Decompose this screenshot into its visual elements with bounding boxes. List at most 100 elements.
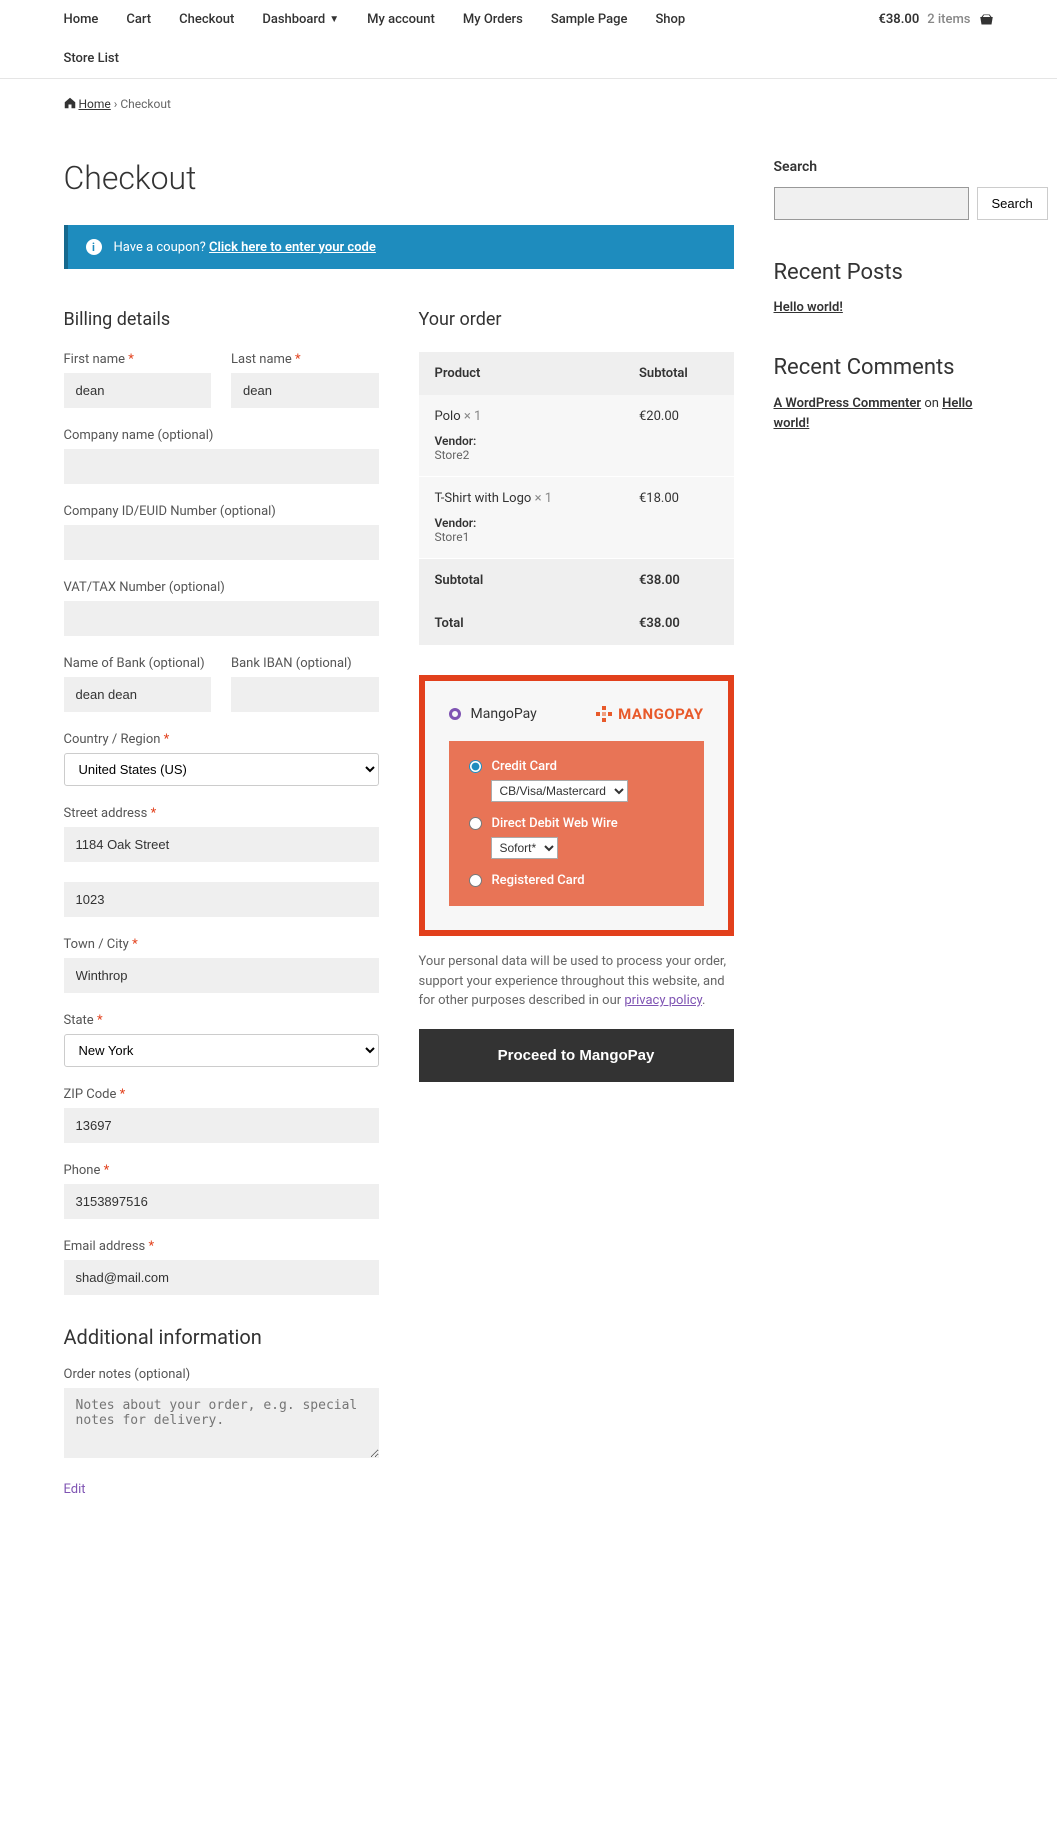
vendor-name: Store2 <box>435 448 608 462</box>
product-price: €18.00 <box>623 477 734 559</box>
search-button[interactable]: Search <box>977 187 1048 220</box>
country-label: Country / Region * <box>64 732 379 747</box>
edit-link[interactable]: Edit <box>64 1482 86 1497</box>
nav-my-account[interactable]: My account <box>367 12 435 27</box>
zip-input[interactable] <box>64 1108 379 1143</box>
home-icon <box>64 97 76 109</box>
breadcrumb: Home › Checkout <box>64 79 994 129</box>
pay-registered-card[interactable]: Registered Card <box>469 873 684 888</box>
subtotal-label: Subtotal <box>419 559 624 603</box>
pay-credit-card[interactable]: Credit Card <box>469 759 684 774</box>
privacy-text: Your personal data will be used to proce… <box>419 936 734 1029</box>
company-input[interactable] <box>64 449 379 484</box>
additional-heading: Additional information <box>64 1325 379 1349</box>
breadcrumb-sep: › <box>114 97 118 111</box>
billing-column: Billing details First name * Last name *… <box>64 309 379 1497</box>
order-heading: Your order <box>419 309 734 330</box>
product-name: Polo <box>435 409 461 424</box>
nav-cart[interactable]: Cart <box>126 12 151 27</box>
product-price: €20.00 <box>623 395 734 477</box>
order-col-product: Product <box>419 352 624 395</box>
billing-heading: Billing details <box>64 309 379 330</box>
total-value: €38.00 <box>623 602 734 645</box>
primary-nav: Home Cart Checkout Dashboard ▼ My accoun… <box>64 0 994 39</box>
pay-direct-debit[interactable]: Direct Debit Web Wire <box>469 816 684 831</box>
vat-input[interactable] <box>64 601 379 636</box>
page-title: Checkout <box>64 159 734 197</box>
direct-debit-select[interactable]: Sofort* <box>491 837 558 859</box>
country-select[interactable]: United States (US) <box>64 753 379 786</box>
last-name-input[interactable] <box>231 373 379 408</box>
zip-label: ZIP Code * <box>64 1087 379 1102</box>
sidebar: Search Search Recent Posts Hello world! … <box>774 159 994 1497</box>
comment-author-link[interactable]: A WordPress Commenter <box>774 396 922 411</box>
recent-posts-heading: Recent Posts <box>774 260 994 285</box>
recent-comments-heading: Recent Comments <box>774 355 994 380</box>
street-label: Street address * <box>64 806 379 821</box>
bank-name-input[interactable] <box>64 677 212 712</box>
coupon-notice: i Have a coupon? Click here to enter you… <box>64 225 734 269</box>
mangopay-icon <box>596 706 612 722</box>
nav-shop[interactable]: Shop <box>655 12 685 27</box>
product-qty: × 1 <box>535 491 552 506</box>
breadcrumb-current: Checkout <box>120 97 171 111</box>
nav-sample-page[interactable]: Sample Page <box>551 12 628 27</box>
bank-iban-input[interactable] <box>231 677 379 712</box>
info-icon: i <box>86 239 102 255</box>
gateway-mangopay[interactable]: MangoPay <box>449 706 537 722</box>
recent-comment: A WordPress Commenter on Hello world! <box>774 394 994 433</box>
street-input[interactable] <box>64 827 379 862</box>
cart-summary[interactable]: €38.00 2 items <box>878 12 993 27</box>
street2-input[interactable] <box>64 882 379 917</box>
vendor-name: Store1 <box>435 530 608 544</box>
company-label: Company name (optional) <box>64 428 379 443</box>
company-id-label: Company ID/EUID Number (optional) <box>64 504 379 519</box>
last-name-label: Last name * <box>231 352 379 367</box>
cart-items-count: 2 items <box>927 12 970 27</box>
nav-my-orders[interactable]: My Orders <box>463 12 523 27</box>
order-notes-label: Order notes (optional) <box>64 1367 379 1382</box>
order-table: Product Subtotal Polo × 1 Vendor: Store2 <box>419 352 734 645</box>
nav-checkout[interactable]: Checkout <box>179 12 234 27</box>
company-id-input[interactable] <box>64 525 379 560</box>
phone-label: Phone * <box>64 1163 379 1178</box>
coupon-link[interactable]: Click here to enter your code <box>209 240 376 255</box>
email-input[interactable] <box>64 1260 379 1295</box>
proceed-button[interactable]: Proceed to MangoPay <box>419 1029 734 1082</box>
vendor-label: Vendor: <box>435 434 608 448</box>
radio-direct-debit[interactable] <box>469 817 482 830</box>
radio-credit-card[interactable] <box>469 760 482 773</box>
total-label: Total <box>419 602 624 645</box>
radio-registered-card[interactable] <box>469 874 482 887</box>
credit-card-type-select[interactable]: CB/Visa/Mastercard <box>491 780 628 802</box>
chevron-down-icon: ▼ <box>329 14 339 25</box>
order-row: Polo × 1 Vendor: Store2 €20.00 <box>419 395 734 477</box>
gateway-label: MangoPay <box>471 706 537 722</box>
nav-dashboard[interactable]: Dashboard ▼ <box>262 12 339 27</box>
subtotal-value: €38.00 <box>623 559 734 603</box>
city-input[interactable] <box>64 958 379 993</box>
privacy-policy-link[interactable]: privacy policy <box>624 993 702 1008</box>
product-qty: × 1 <box>464 409 481 424</box>
order-notes-input[interactable] <box>64 1388 379 1458</box>
nav-store-list[interactable]: Store List <box>64 51 994 66</box>
first-name-input[interactable] <box>64 373 212 408</box>
city-label: Town / City * <box>64 937 379 952</box>
breadcrumb-home[interactable]: Home <box>78 97 110 111</box>
state-label: State * <box>64 1013 379 1028</box>
search-input[interactable] <box>774 187 969 220</box>
vendor-label: Vendor: <box>435 516 608 530</box>
order-column: Your order Product Subtotal Polo × 1 <box>419 309 734 1497</box>
main-content: Checkout i Have a coupon? Click here to … <box>64 159 734 1497</box>
bank-iban-label: Bank IBAN (optional) <box>231 656 379 671</box>
phone-input[interactable] <box>64 1184 379 1219</box>
order-row: T-Shirt with Logo × 1 Vendor: Store1 €18… <box>419 477 734 559</box>
payment-box: MangoPay MANGOPAY Credit Card <box>419 675 734 936</box>
order-col-subtotal: Subtotal <box>623 352 734 395</box>
bank-name-label: Name of Bank (optional) <box>64 656 212 671</box>
radio-icon <box>449 708 461 720</box>
recent-post-link[interactable]: Hello world! <box>774 300 843 315</box>
nav-home[interactable]: Home <box>64 12 99 27</box>
search-heading: Search <box>774 159 994 175</box>
state-select[interactable]: New York <box>64 1034 379 1067</box>
